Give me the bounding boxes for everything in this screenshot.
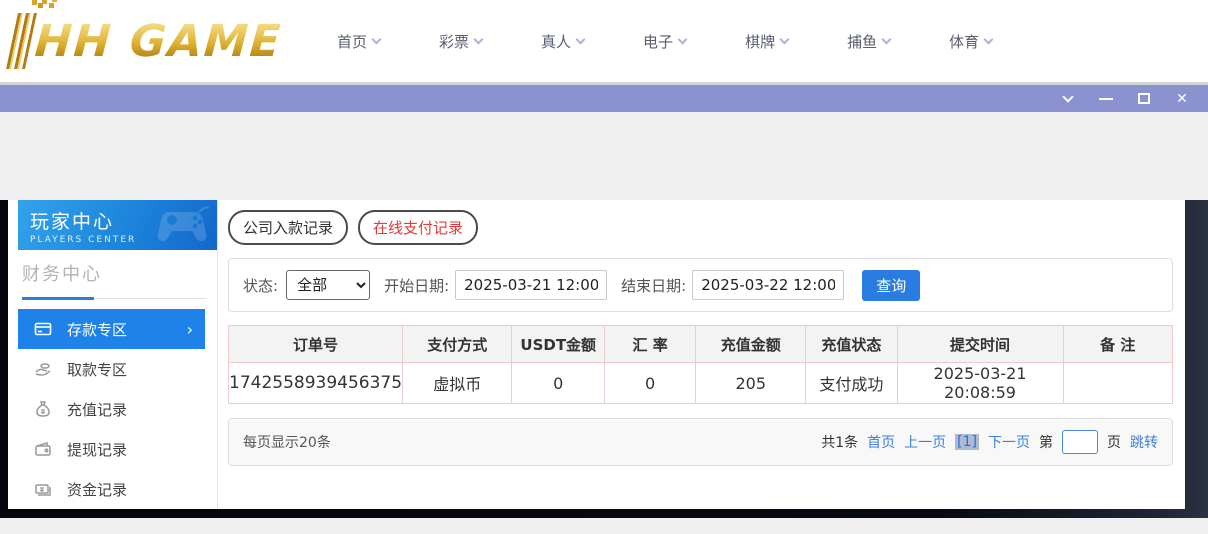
column-header-rate: 汇 率 [603,325,697,363]
sidebar-item-label: 存款专区 [67,320,128,339]
collapse-icon[interactable] [1060,90,1076,107]
pagination-bar: 每页显示20条 共1条 首页 上一页 [1] 下一页 第 页 跳转 [228,418,1173,466]
end-date-label: 结束日期: [621,276,687,295]
jump-suffix-label: 页 [1107,435,1121,451]
hand-coins-icon [35,363,51,376]
cell-usdt-amount: 0 [511,362,605,404]
pager-controls: 共1条 首页 上一页 [1] 下一页 第 页 跳转 [821,430,1158,454]
nav-label: 首页 [337,32,368,51]
window-titlebar: ✕ [0,85,1208,112]
sidebar-item-label: 资金记录 [67,480,128,499]
search-button[interactable]: 查询 [862,269,921,301]
next-page-link[interactable]: 下一页 [988,432,1030,452]
records-content: 公司入款记录 在线支付记录 状态: 全部 开始日期: 结束日期: 查询 订单号 … [218,200,1185,509]
minimize-icon[interactable] [1098,91,1114,107]
logo-text: HH GAME [33,15,284,67]
column-header-recharge-status: 充值状态 [805,325,898,363]
per-page-label: 每页显示20条 [243,435,331,451]
cell-submit-time: 2025-03-21 20:08:59 [896,362,1064,404]
prev-page-link[interactable]: 上一页 [904,432,946,452]
jump-button[interactable]: 跳转 [1130,432,1158,452]
close-icon[interactable]: ✕ [1174,91,1190,107]
nav-item-cards[interactable]: 棋牌 [745,31,790,52]
nav-label: 真人 [541,32,572,51]
nav-item-home[interactable]: 首页 [337,31,382,52]
jump-prefix-label: 第 [1039,435,1053,451]
cell-recharge-amount: 205 [695,362,807,404]
start-date-input[interactable] [455,270,608,300]
nav-item-live[interactable]: 真人 [541,31,586,52]
chevron-down-icon [371,34,382,44]
column-header-order-no: 订单号 [227,325,404,363]
column-header-recharge-amount: 充值金额 [695,325,807,363]
credit-card-icon [34,322,52,336]
nav-label: 彩票 [439,32,470,51]
main-nav: 首页 彩票 真人 电子 棋牌 捕鱼 体育 [337,31,994,52]
chevron-right-icon: › [186,319,193,339]
sidebar-item-recharge-records[interactable]: 充值记录 [18,389,205,429]
tab-company-deposit-records[interactable]: 公司入款记录 [228,210,349,245]
column-header-remark: 备 注 [1062,325,1174,363]
sidebar-item-funds-records[interactable]: 资金记录 [18,469,205,509]
player-center-header: 玩家中心 PLAYERS CENTER [18,200,217,250]
nav-label: 电子 [643,32,674,51]
table-header-row: 订单号 支付方式 USDT金额 汇 率 充值金额 充值状态 提交时间 备 注 [227,325,1174,363]
sidebar-item-withdraw-zone[interactable]: 取款专区 [18,349,205,389]
status-label: 状态: [243,276,279,295]
gamepad-icon [157,206,210,242]
jump-page-input[interactable] [1062,430,1098,454]
sidebar: 玩家中心 PLAYERS CENTER 财务中心 存款专区 › 取款专区 充值记… [8,200,218,509]
nav-item-fishing[interactable]: 捕鱼 [847,31,892,52]
orders-table: 订单号 支付方式 USDT金额 汇 率 充值金额 充值状态 提交时间 备 注 1… [227,325,1174,404]
brand-logo: HH GAME [6,13,284,69]
background-spacer [0,112,1208,191]
sidebar-item-label: 充值记录 [67,400,128,419]
sidebar-item-deposit-zone[interactable]: 存款专区 › [18,309,205,349]
total-count: 共1条 [821,435,859,451]
column-header-usdt-amount: USDT金额 [511,325,605,363]
maximize-icon[interactable] [1136,91,1152,107]
sidebar-item-label: 取款专区 [67,360,128,379]
player-center-panel: 玩家中心 PLAYERS CENTER 财务中心 存款专区 › 取款专区 充值记… [8,200,1185,509]
chevron-down-icon [473,34,484,44]
record-tabs: 公司入款记录 在线支付记录 [228,210,1173,245]
cell-order-no: 1742558939456375 [227,362,404,404]
nav-item-sports[interactable]: 体育 [949,31,994,52]
chevron-down-icon [983,34,994,44]
nav-label: 体育 [949,32,980,51]
nav-label: 捕鱼 [847,32,878,51]
column-header-pay-method: 支付方式 [402,325,513,363]
top-header: HH GAME 首页 彩票 真人 电子 棋牌 捕鱼 体育 [0,0,1208,85]
first-page-link[interactable]: 首页 [867,432,895,452]
column-header-submit-time: 提交时间 [896,325,1064,363]
chevron-down-icon [881,34,892,44]
sidebar-item-withdrawal-records[interactable]: 提现记录 [18,429,205,469]
tab-online-payment-records[interactable]: 在线支付记录 [358,210,479,245]
table-row: 1742558939456375 虚拟币 0 0 205 支付成功 2025-0… [227,362,1174,404]
cell-recharge-status: 支付成功 [805,362,898,404]
sidebar-menu: 存款专区 › 取款专区 充值记录 提现记录 资金记录 [18,309,217,509]
status-select[interactable]: 全部 [286,270,371,300]
current-page-indicator: [1] [955,434,979,450]
sidebar-item-label: 提现记录 [67,440,128,459]
end-date-input[interactable] [692,270,845,300]
cell-rate: 0 [603,362,697,404]
filter-bar: 状态: 全部 开始日期: 结束日期: 查询 [228,258,1173,312]
nav-item-slots[interactable]: 电子 [643,31,688,52]
cell-pay-method: 虚拟币 [402,362,513,404]
logo-stripes-decoration [6,13,37,69]
start-date-label: 开始日期: [384,276,450,295]
finance-center-section-title: 财务中心 [22,260,207,300]
wallet-icon [35,442,51,456]
chevron-down-icon [575,34,586,44]
chevron-down-icon [677,34,688,44]
banknote-icon [35,484,51,496]
dark-background-band: 玩家中心 PLAYERS CENTER 财务中心 存款专区 › 取款专区 充值记… [0,200,1208,518]
nav-label: 棋牌 [745,32,776,51]
nav-item-lottery[interactable]: 彩票 [439,31,484,52]
money-bag-icon [36,401,50,417]
cell-remark [1062,362,1174,404]
chevron-down-icon [779,34,790,44]
